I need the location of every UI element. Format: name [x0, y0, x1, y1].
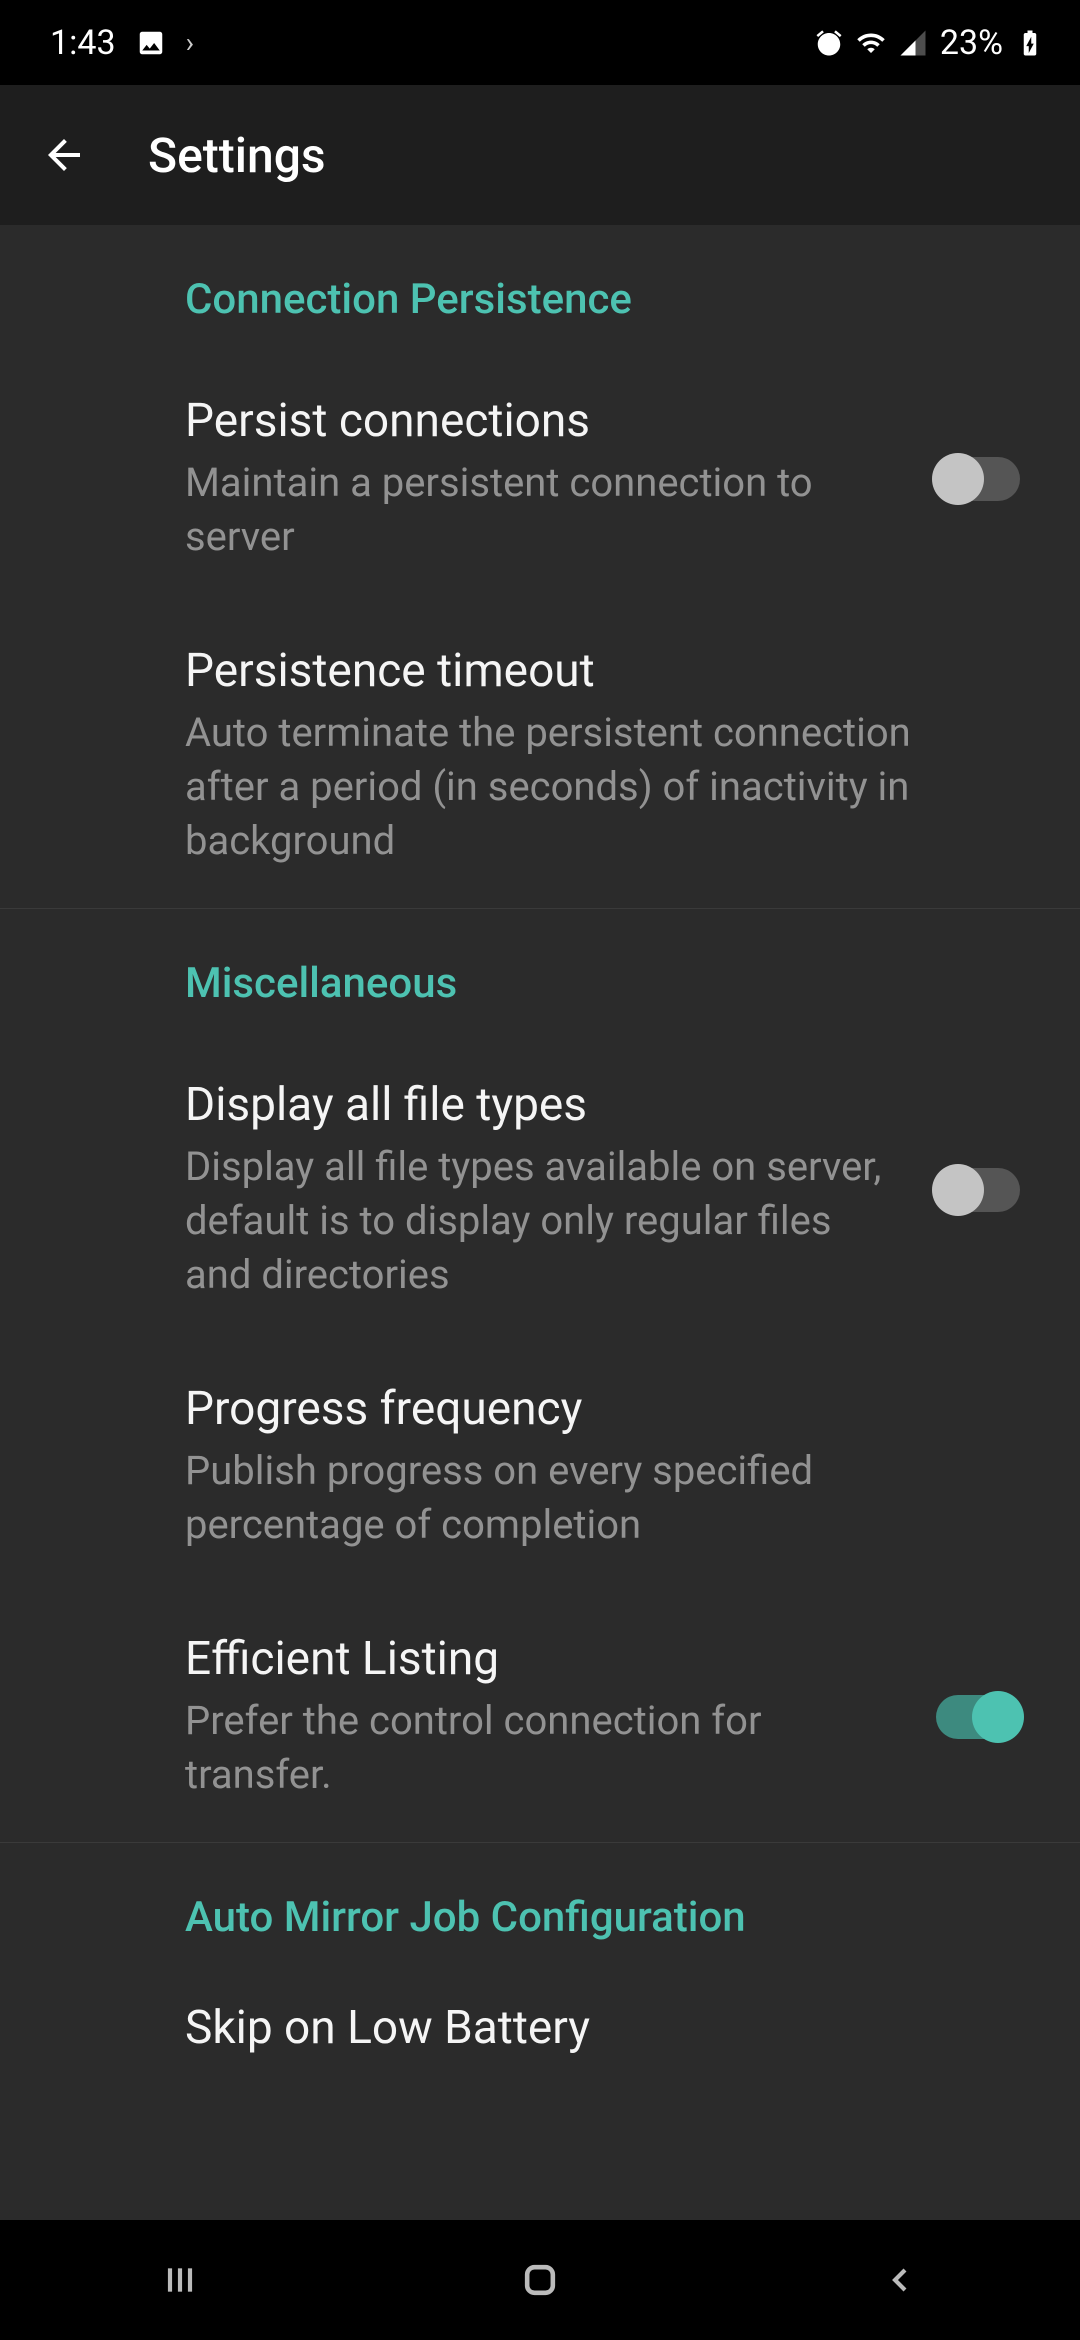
setting-title: Skip on Low Battery	[185, 2001, 980, 2055]
setting-text: Progress frequency Publish progress on e…	[185, 1382, 1020, 1552]
setting-title: Persistence timeout	[185, 644, 980, 698]
alarm-icon	[814, 28, 844, 58]
status-time: 1:43	[50, 23, 116, 63]
setting-text: Persist connections Maintain a persisten…	[185, 394, 936, 564]
page-title: Settings	[148, 127, 326, 184]
recents-icon	[160, 2260, 200, 2300]
section-header-miscellaneous: Miscellaneous	[0, 909, 1080, 1038]
battery-text: 23%	[940, 23, 1003, 63]
status-bar-left: 1:43 ›	[50, 23, 194, 63]
nav-back-button[interactable]	[870, 2250, 930, 2310]
settings-content[interactable]: Connection Persistence Persist connectio…	[0, 225, 1080, 2192]
toggle-display-all-file-types[interactable]	[936, 1168, 1020, 1212]
image-icon	[136, 28, 166, 58]
setting-skip-on-low-battery[interactable]: Skip on Low Battery	[0, 1972, 1080, 2092]
notification-icon: ›	[186, 26, 194, 59]
battery-icon	[1015, 28, 1045, 58]
wifi-icon	[856, 28, 886, 58]
setting-title: Progress frequency	[185, 1382, 980, 1436]
setting-efficient-listing[interactable]: Efficient Listing Prefer the control con…	[0, 1592, 1080, 1842]
nav-back-icon	[880, 2260, 920, 2300]
status-bar-right: 23%	[814, 23, 1045, 63]
setting-persist-connections[interactable]: Persist connections Maintain a persisten…	[0, 354, 1080, 604]
setting-subtitle: Display all file types available on serv…	[185, 1140, 896, 1302]
app-bar: Settings	[0, 85, 1080, 225]
recents-button[interactable]	[150, 2250, 210, 2310]
status-bar: 1:43 › 23%	[0, 0, 1080, 85]
setting-title: Display all file types	[185, 1078, 896, 1132]
toggle-knob	[972, 1691, 1024, 1743]
navigation-bar	[0, 2220, 1080, 2340]
setting-display-all-file-types[interactable]: Display all file types Display all file …	[0, 1038, 1080, 1342]
section-header-connection-persistence: Connection Persistence	[0, 225, 1080, 354]
home-button[interactable]	[510, 2250, 570, 2310]
toggle-knob	[932, 453, 984, 505]
home-icon	[518, 2258, 562, 2302]
setting-subtitle: Publish progress on every specified perc…	[185, 1444, 980, 1552]
back-button[interactable]	[40, 131, 88, 179]
setting-text: Skip on Low Battery	[185, 2001, 1020, 2063]
back-arrow-icon	[40, 131, 88, 179]
toggle-persist-connections[interactable]	[936, 457, 1020, 501]
setting-subtitle: Prefer the control connection for transf…	[185, 1694, 896, 1802]
setting-subtitle: Auto terminate the persistent connection…	[185, 706, 980, 868]
setting-text: Efficient Listing Prefer the control con…	[185, 1632, 936, 1802]
section-header-auto-mirror: Auto Mirror Job Configuration	[0, 1843, 1080, 1972]
setting-text: Display all file types Display all file …	[185, 1078, 936, 1302]
setting-title: Efficient Listing	[185, 1632, 896, 1686]
setting-subtitle: Maintain a persistent connection to serv…	[185, 456, 896, 564]
setting-title: Persist connections	[185, 394, 896, 448]
setting-text: Persistence timeout Auto terminate the p…	[185, 644, 1020, 868]
toggle-efficient-listing[interactable]	[936, 1695, 1020, 1739]
setting-progress-frequency[interactable]: Progress frequency Publish progress on e…	[0, 1342, 1080, 1592]
signal-icon	[898, 28, 928, 58]
setting-persistence-timeout[interactable]: Persistence timeout Auto terminate the p…	[0, 604, 1080, 908]
toggle-knob	[932, 1164, 984, 1216]
